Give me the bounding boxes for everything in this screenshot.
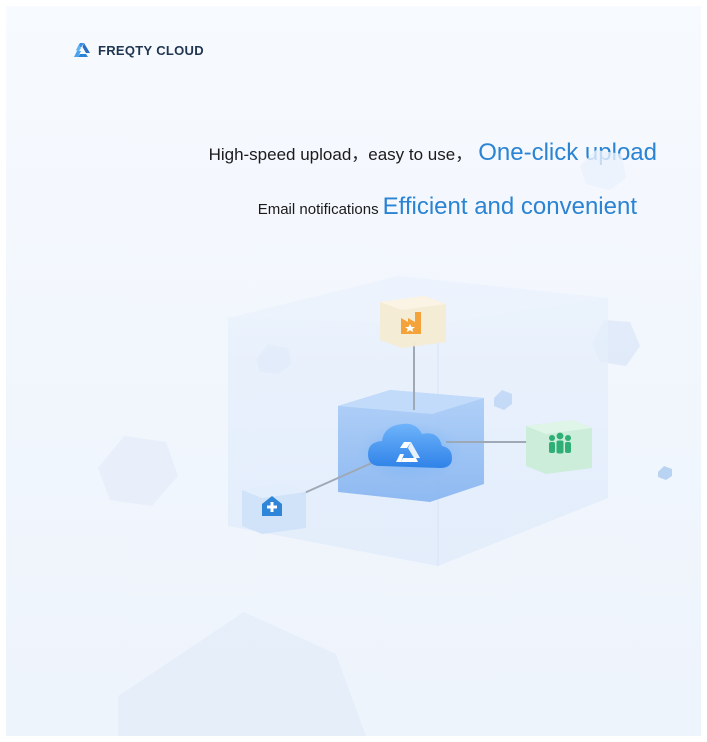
decor-cube-top-right (580, 150, 626, 190)
cloud-network-illustration (98, 150, 672, 736)
login-splash-panel: FREQTY CLOUD High-speed upload，easy to u… (6, 6, 701, 736)
hospital-node (242, 484, 306, 534)
factory-node (380, 296, 446, 348)
decor-dot-2 (658, 466, 672, 480)
decor-cube-bottom (118, 612, 366, 736)
people-node (526, 420, 592, 474)
cloud-logo-icon (356, 422, 464, 482)
decor-cube-left (98, 436, 178, 506)
people-group-icon (549, 432, 571, 454)
